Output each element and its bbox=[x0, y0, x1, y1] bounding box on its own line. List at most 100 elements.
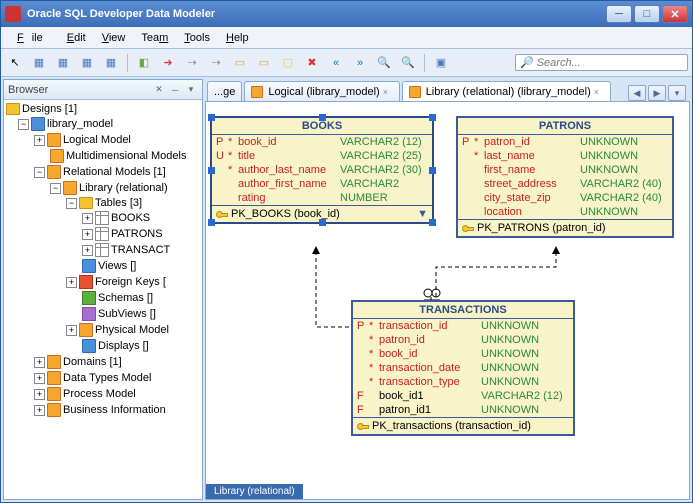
menu-view[interactable]: View bbox=[94, 30, 134, 46]
expand-icon[interactable]: + bbox=[82, 213, 93, 224]
expand-icon[interactable]: + bbox=[66, 277, 77, 288]
grid1-icon[interactable]: ▦ bbox=[29, 53, 49, 73]
zoom-in-icon[interactable]: 🔍 bbox=[374, 53, 394, 73]
expand-icon[interactable]: + bbox=[34, 357, 45, 368]
tree-physical[interactable]: +Physical Model bbox=[6, 322, 200, 338]
link2-icon[interactable]: ⇢ bbox=[206, 53, 226, 73]
toolbar: ↖ ▦ ▦ ▦ ▦ ◧ ➜ ⇢ ⇢ ▭ ▭ ▢ ✖ « » 🔍 🔍 ▣ 🔎 bbox=[1, 49, 692, 77]
tab-prev-button[interactable]: ◀ bbox=[628, 85, 646, 101]
column-row: *patron_idUNKNOWN bbox=[353, 333, 573, 347]
tree-tables[interactable]: −Tables [3] bbox=[6, 196, 200, 210]
browser-minimize-icon[interactable]: ─ bbox=[168, 83, 182, 97]
tab-next-button[interactable]: ▶ bbox=[648, 85, 666, 101]
collapse-icon[interactable]: − bbox=[34, 167, 45, 178]
box2-icon[interactable]: ▭ bbox=[254, 53, 274, 73]
collapse-icon[interactable]: − bbox=[18, 119, 29, 130]
tree-schemas[interactable]: Schemas [] bbox=[6, 290, 200, 306]
entity-books[interactable]: BOOKS P*book_idVARCHAR2 (12)U*titleVARCH… bbox=[210, 116, 434, 224]
box1-icon[interactable]: ▭ bbox=[230, 53, 250, 73]
note-icon[interactable]: ▢ bbox=[278, 53, 298, 73]
diagram-canvas[interactable]: BOOKS P*book_idVARCHAR2 (12)U*titleVARCH… bbox=[205, 101, 690, 500]
tree-library[interactable]: −Library (relational) bbox=[6, 180, 200, 196]
search-input[interactable] bbox=[537, 57, 683, 69]
rewind-icon[interactable]: « bbox=[326, 53, 346, 73]
menu-team[interactable]: Team bbox=[133, 30, 176, 46]
tree-business[interactable]: +Business Information bbox=[6, 402, 200, 418]
tree-relational[interactable]: −Relational Models [1] bbox=[6, 164, 200, 180]
maximize-button[interactable]: □ bbox=[634, 5, 660, 23]
tree-process[interactable]: +Process Model bbox=[6, 386, 200, 402]
tree-transact[interactable]: +TRANSACT bbox=[6, 242, 200, 258]
collapse-icon[interactable]: − bbox=[50, 183, 61, 194]
expand-icon[interactable]: + bbox=[34, 135, 45, 146]
minimize-button[interactable]: ─ bbox=[606, 5, 632, 23]
tree[interactable]: Designs [1] −library_model +Logical Mode… bbox=[4, 100, 202, 499]
tree-datatypes[interactable]: +Data Types Model bbox=[6, 370, 200, 386]
model-icon bbox=[31, 117, 45, 131]
tab-list-button[interactable]: ▾ bbox=[668, 85, 686, 101]
fkey-icon bbox=[79, 275, 93, 289]
grid2-icon[interactable]: ▦ bbox=[53, 53, 73, 73]
table-icon bbox=[95, 243, 109, 257]
zoom-out-icon[interactable]: 🔍 bbox=[398, 53, 418, 73]
menu-tools[interactable]: Tools bbox=[176, 30, 218, 46]
entity-title: TRANSACTIONS bbox=[353, 302, 573, 319]
tree-designs[interactable]: Designs [1] bbox=[6, 102, 200, 116]
tree-displays[interactable]: Displays [] bbox=[6, 338, 200, 354]
collapse-icon[interactable]: − bbox=[66, 198, 77, 209]
tree-patrons[interactable]: +PATRONS bbox=[6, 226, 200, 242]
tree-views[interactable]: Views [] bbox=[6, 258, 200, 274]
column-row: P*patron_idUNKNOWN bbox=[458, 135, 672, 149]
expand-icon[interactable]: + bbox=[34, 373, 45, 384]
menu-file[interactable]: File bbox=[9, 30, 59, 46]
tab-1[interactable]: ...ge bbox=[207, 81, 242, 101]
pointer-icon[interactable]: ↖ bbox=[5, 53, 25, 73]
column-row: *transaction_typeUNKNOWN bbox=[353, 375, 573, 389]
tree-logical[interactable]: +Logical Model bbox=[6, 132, 200, 148]
search-icon: 🔎 bbox=[520, 56, 534, 69]
link1-icon[interactable]: ⇢ bbox=[182, 53, 202, 73]
tree-domains[interactable]: +Domains [1] bbox=[6, 354, 200, 370]
arrow-icon[interactable]: ➜ bbox=[158, 53, 178, 73]
entity-pk: PK_transactions (transaction_id) bbox=[353, 417, 573, 434]
separator bbox=[424, 54, 425, 72]
grid4-icon[interactable]: ▦ bbox=[101, 53, 121, 73]
menu-help[interactable]: Help bbox=[218, 30, 257, 46]
cube-icon bbox=[63, 181, 77, 195]
column-row: ratingNUMBER bbox=[212, 191, 432, 205]
browser-menu-icon[interactable]: ▾ bbox=[184, 83, 198, 97]
cube-icon bbox=[47, 403, 61, 417]
fit-icon[interactable]: ▣ bbox=[431, 53, 451, 73]
forward-icon[interactable]: » bbox=[350, 53, 370, 73]
tree-model[interactable]: −library_model bbox=[6, 116, 200, 132]
titlebar[interactable]: Oracle SQL Developer Data Modeler ─ □ ✕ bbox=[1, 1, 692, 27]
tree-fkeys[interactable]: +Foreign Keys [ bbox=[6, 274, 200, 290]
expand-icon[interactable]: + bbox=[34, 389, 45, 400]
close-icon[interactable]: × bbox=[594, 87, 604, 97]
key-icon bbox=[462, 224, 474, 232]
tab-logical[interactable]: Logical (library_model)× bbox=[244, 81, 399, 101]
tree-subviews[interactable]: SubViews [] bbox=[6, 306, 200, 322]
expand-icon[interactable]: + bbox=[82, 245, 93, 256]
grid3-icon[interactable]: ▦ bbox=[77, 53, 97, 73]
tree-multi[interactable]: Multidimensional Models bbox=[6, 148, 200, 164]
expand-icon[interactable]: + bbox=[34, 405, 45, 416]
tree-books[interactable]: +BOOKS bbox=[6, 210, 200, 226]
canvas-tab[interactable]: Library (relational) bbox=[206, 484, 303, 499]
folder-icon bbox=[6, 103, 20, 115]
entity-patrons[interactable]: PATRONS P*patron_idUNKNOWN*last_nameUNKN… bbox=[456, 116, 674, 238]
search-box[interactable]: 🔎 bbox=[515, 54, 688, 71]
entity-transactions[interactable]: TRANSACTIONS P*transaction_idUNKNOWN*pat… bbox=[351, 300, 575, 436]
tabs: ...ge Logical (library_model)× Library (… bbox=[205, 79, 690, 101]
key-icon bbox=[357, 422, 369, 430]
tab-library[interactable]: Library (relational) (library_model)× bbox=[402, 81, 611, 101]
column-row: city_state_zipVARCHAR2 (40) bbox=[458, 191, 672, 205]
close-icon[interactable]: × bbox=[383, 87, 393, 97]
diagram-icon[interactable]: ◧ bbox=[134, 53, 154, 73]
close-button[interactable]: ✕ bbox=[662, 5, 688, 23]
expand-icon[interactable]: + bbox=[66, 325, 77, 336]
menu-edit[interactable]: Edit bbox=[59, 30, 94, 46]
delete-icon[interactable]: ✖ bbox=[302, 53, 322, 73]
expand-icon[interactable]: + bbox=[82, 229, 93, 240]
browser-close-icon[interactable]: ✕ bbox=[152, 83, 166, 97]
